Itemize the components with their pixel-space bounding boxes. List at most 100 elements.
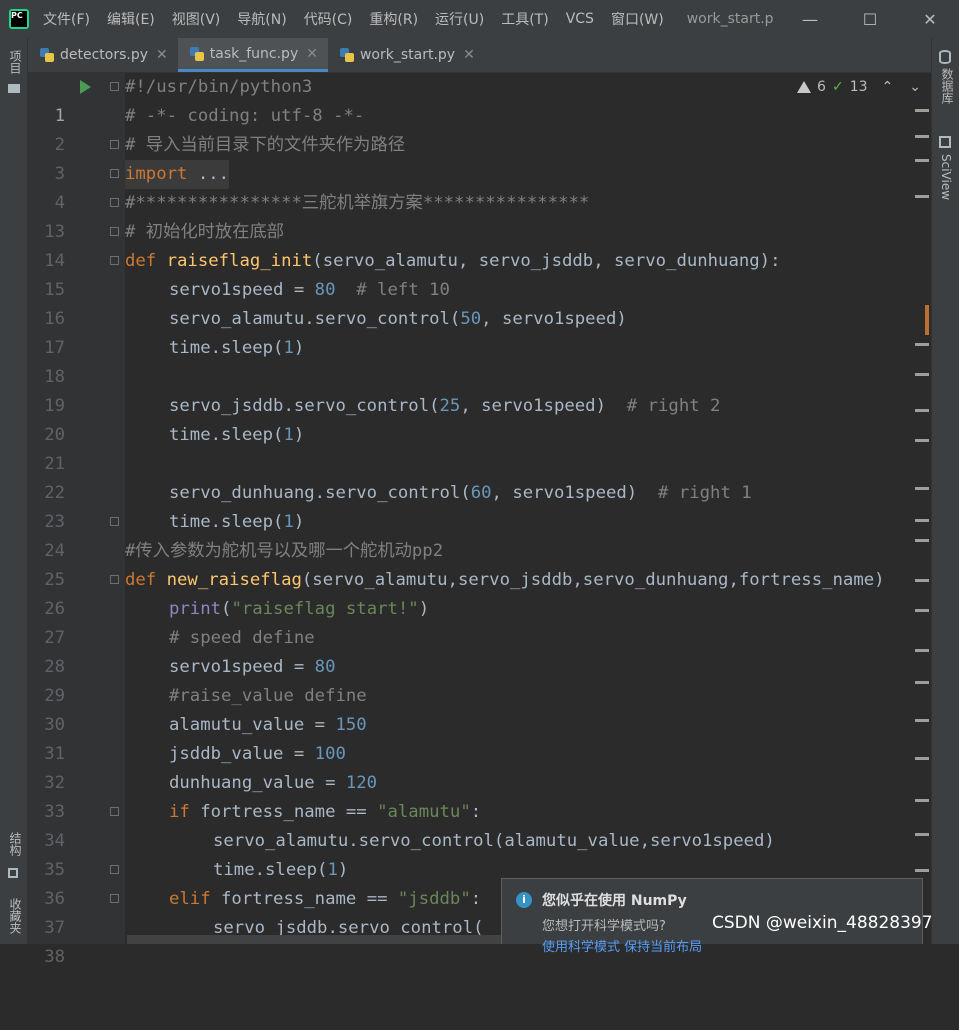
horizontal-scrollbar[interactable] [127, 935, 501, 944]
warning-marker[interactable] [915, 539, 929, 542]
structure-icon [8, 868, 18, 878]
code-line: 25 #传入参数为舵机号以及哪一个舵机动pp2 [28, 537, 931, 590]
warning-marker[interactable] [915, 109, 929, 112]
sciview-icon [939, 136, 951, 148]
code-line: 30 #raise_value define [28, 682, 931, 735]
fold-expand-icon[interactable] [110, 169, 119, 178]
warning-marker[interactable] [915, 609, 929, 612]
tab-work-start[interactable]: work_start.py ✕ [328, 38, 485, 72]
code-line: 20 servo_jsddb.servo_control(25, servo1s… [28, 392, 931, 445]
pycharm-logo-icon [9, 9, 29, 29]
close-tab-icon[interactable]: ✕ [156, 47, 168, 63]
code-line: 3 # 导入当前目录下的文件夹作为路径 [28, 131, 931, 184]
title-bar: 文件(F) 编辑(E) 视图(V) 导航(N) 代码(C) 重构(R) 运行(U… [0, 0, 959, 38]
right-tool-strip: 数据库 SciView [931, 38, 959, 944]
minimize-button[interactable]: — [790, 0, 830, 38]
warning-marker[interactable] [915, 195, 929, 198]
minimize-icon: — [802, 9, 818, 29]
watermark: CSDN @weixin_48828397 [712, 913, 933, 933]
warning-marker[interactable] [915, 681, 929, 684]
code-line: 17 servo_alamutu.servo_control(50, servo… [28, 305, 931, 358]
warning-marker[interactable] [915, 649, 929, 652]
close-tab-icon[interactable]: ✕ [306, 46, 318, 62]
warning-marker[interactable] [915, 159, 929, 162]
menu-run[interactable]: 运行(U) [435, 9, 484, 29]
close-window-button[interactable]: ✕ [910, 0, 950, 38]
tab-task-func[interactable]: task_func.py ✕ [177, 38, 328, 72]
menu-edit[interactable]: 编辑(E) [107, 9, 155, 29]
notification-actions[interactable]: 使用科学模式 保持当前布局 [542, 936, 702, 955]
warning-marker[interactable] [915, 579, 929, 582]
warning-marker[interactable] [915, 487, 929, 490]
left-tool-strip: 项目 结构 收藏夹 [0, 38, 28, 944]
warning-marker[interactable] [915, 833, 929, 836]
info-icon: i [516, 892, 532, 908]
notification-title: 您似乎在使用 NumPy [542, 893, 687, 909]
favorites-tool-tab[interactable]: 收藏夹 [7, 898, 24, 934]
menu-code[interactable]: 代码(C) [304, 9, 353, 29]
warning-marker[interactable] [915, 799, 929, 802]
code-line: 18 time.sleep(1) [28, 334, 931, 387]
warning-marker[interactable] [915, 373, 929, 376]
structure-tool-tab[interactable]: 结构 [7, 832, 24, 856]
database-tool-tab[interactable]: 数据库 [939, 68, 956, 104]
fold-end-icon[interactable] [110, 865, 119, 874]
code-line: 1 #!/usr/bin/python3 [28, 73, 931, 126]
run-icon[interactable] [80, 80, 91, 94]
folder-icon [8, 84, 20, 93]
code-editor[interactable]: 6 ✓ 13 ⌃ ⌄ 1 #!/usr/bin/python3 2 # -*- … [28, 73, 931, 967]
database-icon [939, 50, 951, 64]
fold-icon[interactable] [110, 256, 119, 265]
scroll-thumb[interactable] [925, 305, 929, 335]
warning-marker[interactable] [915, 719, 929, 722]
code-line: 15 def raiseflag_init(servo_alamutu, ser… [28, 247, 931, 300]
numpy-notification: i 您似乎在使用 NumPy 您想打开科学模式吗? 使用科学模式 保持当前布局 [501, 878, 923, 955]
sciview-tool-tab[interactable]: SciView [939, 154, 953, 200]
warning-marker[interactable] [915, 409, 929, 412]
tab-label: detectors.py [60, 47, 149, 63]
fold-icon[interactable] [110, 575, 119, 584]
code-line: 32 jsddb_value = 100 [28, 740, 931, 793]
window-title: work_start.p [686, 11, 774, 27]
menu-file[interactable]: 文件(F) [43, 9, 90, 29]
menu-tools[interactable]: 工具(T) [501, 9, 548, 29]
menu-view[interactable]: 视图(V) [172, 9, 221, 29]
code-line: 34 if fortress_name == "alamutu": [28, 798, 931, 851]
editor-tab-bar: detectors.py ✕ task_func.py ✕ work_start… [28, 38, 931, 73]
menu-vcs[interactable]: VCS [566, 11, 594, 27]
menu-window[interactable]: 窗口(W) [611, 9, 664, 29]
fold-icon[interactable] [110, 140, 119, 149]
code-line: 31 alamutu_value = 150 [28, 711, 931, 764]
maximize-icon: ☐ [862, 9, 878, 29]
code-line: 27 print("raiseflag start!") [28, 595, 931, 648]
menu-refactor[interactable]: 重构(R) [369, 9, 418, 29]
project-tool-tab[interactable]: 项目 [7, 50, 24, 74]
tab-label: task_func.py [209, 45, 299, 62]
warning-marker[interactable] [915, 869, 929, 872]
code-line: 14 # 初始化时放在底部 [28, 218, 931, 271]
notification-body: 您想打开科学模式吗? [542, 919, 666, 934]
fold-end-icon[interactable] [110, 517, 119, 526]
fold-icon[interactable] [110, 198, 119, 207]
maximize-button[interactable]: ☐ [850, 0, 890, 38]
warning-marker[interactable] [915, 757, 929, 760]
tab-detectors[interactable]: detectors.py ✕ [28, 38, 178, 72]
fold-icon[interactable] [110, 82, 119, 91]
code-line: 19 [28, 363, 931, 416]
code-line: 13 #****************三舵机举旗方案*************… [28, 189, 931, 242]
code-line: 33 dunhuang_value = 120 [28, 769, 931, 822]
warning-marker[interactable] [915, 343, 929, 346]
code-line: 21 time.sleep(1) [28, 421, 931, 474]
close-tab-icon[interactable]: ✕ [463, 47, 475, 63]
warning-marker[interactable] [915, 519, 929, 522]
fold-icon[interactable] [110, 807, 119, 816]
line-number: 38 [44, 947, 65, 967]
fold-icon[interactable] [110, 894, 119, 903]
python-file-icon [339, 48, 354, 62]
error-stripe-scrollbar[interactable] [913, 109, 931, 944]
close-icon: ✕ [923, 9, 937, 29]
warning-marker[interactable] [915, 135, 929, 138]
fold-icon[interactable] [110, 227, 119, 236]
warning-marker[interactable] [915, 439, 929, 442]
menu-navigate[interactable]: 导航(N) [237, 9, 286, 29]
